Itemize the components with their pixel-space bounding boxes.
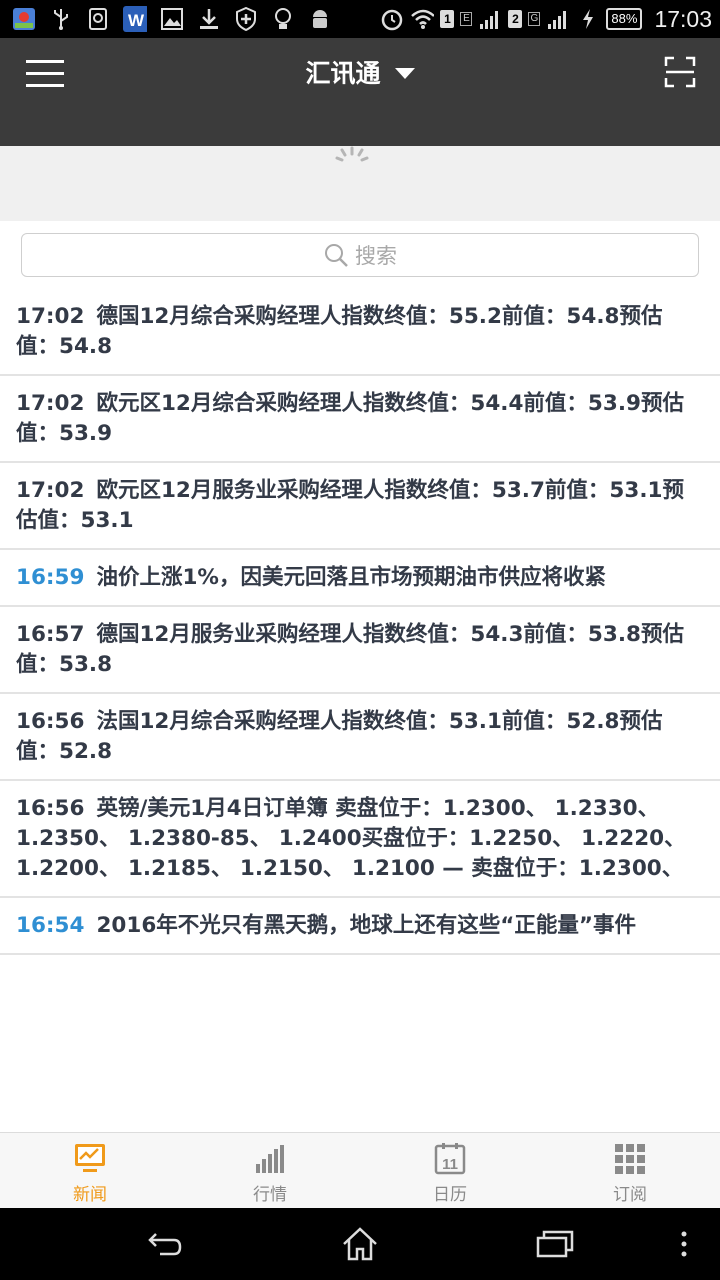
image-icon [160, 7, 184, 31]
signal-icon [478, 7, 502, 31]
charging-icon [576, 7, 600, 31]
news-time: 16:57 [16, 622, 85, 647]
shield-icon [234, 7, 258, 31]
sim1-badge: 1 [440, 10, 455, 28]
bottom-tab-bar: 新闻 行情 11 日历 订阅 [0, 1132, 720, 1208]
news-item[interactable]: 16:59 油价上涨1%，因美元回落且市场预期油市供应将收紧 [0, 550, 720, 607]
search-input[interactable]: 搜索 [21, 233, 699, 277]
grid-icon [615, 1144, 645, 1174]
overflow-menu-icon [681, 1231, 687, 1257]
app-title: 汇讯通 [305, 59, 381, 88]
tab-news[interactable]: 新闻 [0, 1133, 180, 1208]
network-type-2: G [528, 12, 541, 26]
recents-button[interactable] [535, 1226, 575, 1262]
news-text: 欧元区12月服务业采购经理人指数终值：53.7前值：53.1预估值：53.1 [16, 478, 684, 533]
network-type-1: E [460, 12, 473, 26]
signal-icon [546, 7, 570, 31]
news-time: 16:56 [16, 709, 85, 734]
news-item[interactable]: 16:54 2016年不光只有黑天鹅，地球上还有这些“正能量”事件 [0, 898, 720, 955]
app-title-dropdown[interactable]: 汇讯通 [0, 54, 720, 94]
news-time: 17:02 [16, 304, 85, 329]
news-time: 16:59 [16, 565, 85, 590]
bulb-icon [271, 7, 295, 31]
sim-card-icon [86, 7, 110, 31]
news-list: 17:02 德国12月综合采购经理人指数终值：55.2前值：54.8预估值：54.… [0, 289, 720, 955]
tab-label: 订阅 [613, 1185, 647, 1205]
home-button[interactable] [340, 1226, 380, 1262]
news-item[interactable]: 16:56 法国12月综合采购经理人指数终值：53.1前值：52.8预估值：52.… [0, 694, 720, 781]
news-text: 德国12月综合采购经理人指数终值：55.2前值：54.8预估值：54.8 [16, 304, 663, 359]
news-text: 德国12月服务业采购经理人指数终值：54.3前值：53.8预估值：53.8 [16, 622, 684, 677]
news-monitor-icon [75, 1144, 105, 1172]
recents-icon [536, 1230, 574, 1258]
system-navigation-bar [0, 1208, 720, 1280]
android-icon [308, 7, 332, 31]
word-app-icon: W [123, 6, 147, 32]
calendar-day: 11 [442, 1156, 458, 1173]
tab-label: 新闻 [73, 1185, 107, 1205]
scan-icon [664, 56, 696, 88]
scan-button[interactable] [664, 56, 696, 88]
calendar-icon: 11 [434, 1143, 466, 1175]
status-indicators: 1 E 2 G 88% 17:03 [380, 0, 712, 38]
home-icon [343, 1227, 377, 1261]
news-time: 16:54 [16, 913, 85, 938]
news-text: 油价上涨1%，因美元回落且市场预期油市供应将收紧 [96, 565, 606, 590]
news-text: 法国12月综合采购经理人指数终值：53.1前值：52.8预估值：52.8 [16, 709, 663, 764]
map-app-icon [12, 7, 36, 31]
bar-chart-icon [256, 1145, 284, 1173]
overflow-menu-button[interactable] [674, 1226, 694, 1262]
news-item[interactable]: 17:02 欧元区12月服务业采购经理人指数终值：53.7前值：53.1预估值：5… [0, 463, 720, 550]
svg-text:W: W [128, 11, 145, 30]
tab-subscribe[interactable]: 订阅 [540, 1133, 720, 1208]
news-item[interactable]: 17:02 欧元区12月综合采购经理人指数终值：54.4前值：53.9预估值：53… [0, 376, 720, 463]
clock: 17:03 [654, 5, 712, 32]
search-icon [325, 244, 348, 267]
sim2-badge: 2 [508, 10, 523, 28]
status-bar: W 1 E 2 G 88% 17:03 [0, 0, 720, 38]
back-button[interactable] [146, 1226, 186, 1262]
tab-label: 行情 [253, 1185, 287, 1205]
tab-calendar[interactable]: 11 日历 [360, 1133, 540, 1208]
tab-market[interactable]: 行情 [180, 1133, 360, 1208]
search-placeholder: 搜索 [355, 244, 397, 268]
back-icon [148, 1233, 182, 1256]
alarm-icon [380, 7, 404, 31]
tab-label: 日历 [433, 1185, 467, 1205]
news-item[interactable]: 16:56 英镑/美元1月4日订单簿 卖盘位于：1.2300、 1.2330、 1… [0, 781, 720, 898]
news-text: 英镑/美元1月4日订单簿 卖盘位于：1.2300、 1.2330、 1.2350… [16, 796, 686, 881]
news-item[interactable]: 17:02 德国12月综合采购经理人指数终值：55.2前值：54.8预估值：54.… [0, 289, 720, 376]
news-item[interactable]: 16:57 德国12月服务业采购经理人指数终值：54.3前值：53.8预估值：53… [0, 607, 720, 694]
app-header: 汇讯通 [0, 38, 720, 146]
download-icon [197, 7, 221, 31]
chevron-down-icon [394, 67, 415, 79]
battery-level: 88% [606, 8, 643, 30]
news-time: 16:56 [16, 796, 85, 821]
news-time: 17:02 [16, 478, 85, 503]
notification-icons: W [12, 0, 332, 38]
pull-to-refresh-area [0, 146, 720, 221]
loading-spinner-icon [335, 146, 369, 162]
news-time: 17:02 [16, 391, 85, 416]
wifi-icon [410, 7, 435, 31]
usb-icon [49, 7, 73, 31]
news-text: 欧元区12月综合采购经理人指数终值：54.4前值：53.9预估值：53.9 [16, 391, 684, 446]
news-text: 2016年不光只有黑天鹅，地球上还有这些“正能量”事件 [96, 913, 637, 938]
